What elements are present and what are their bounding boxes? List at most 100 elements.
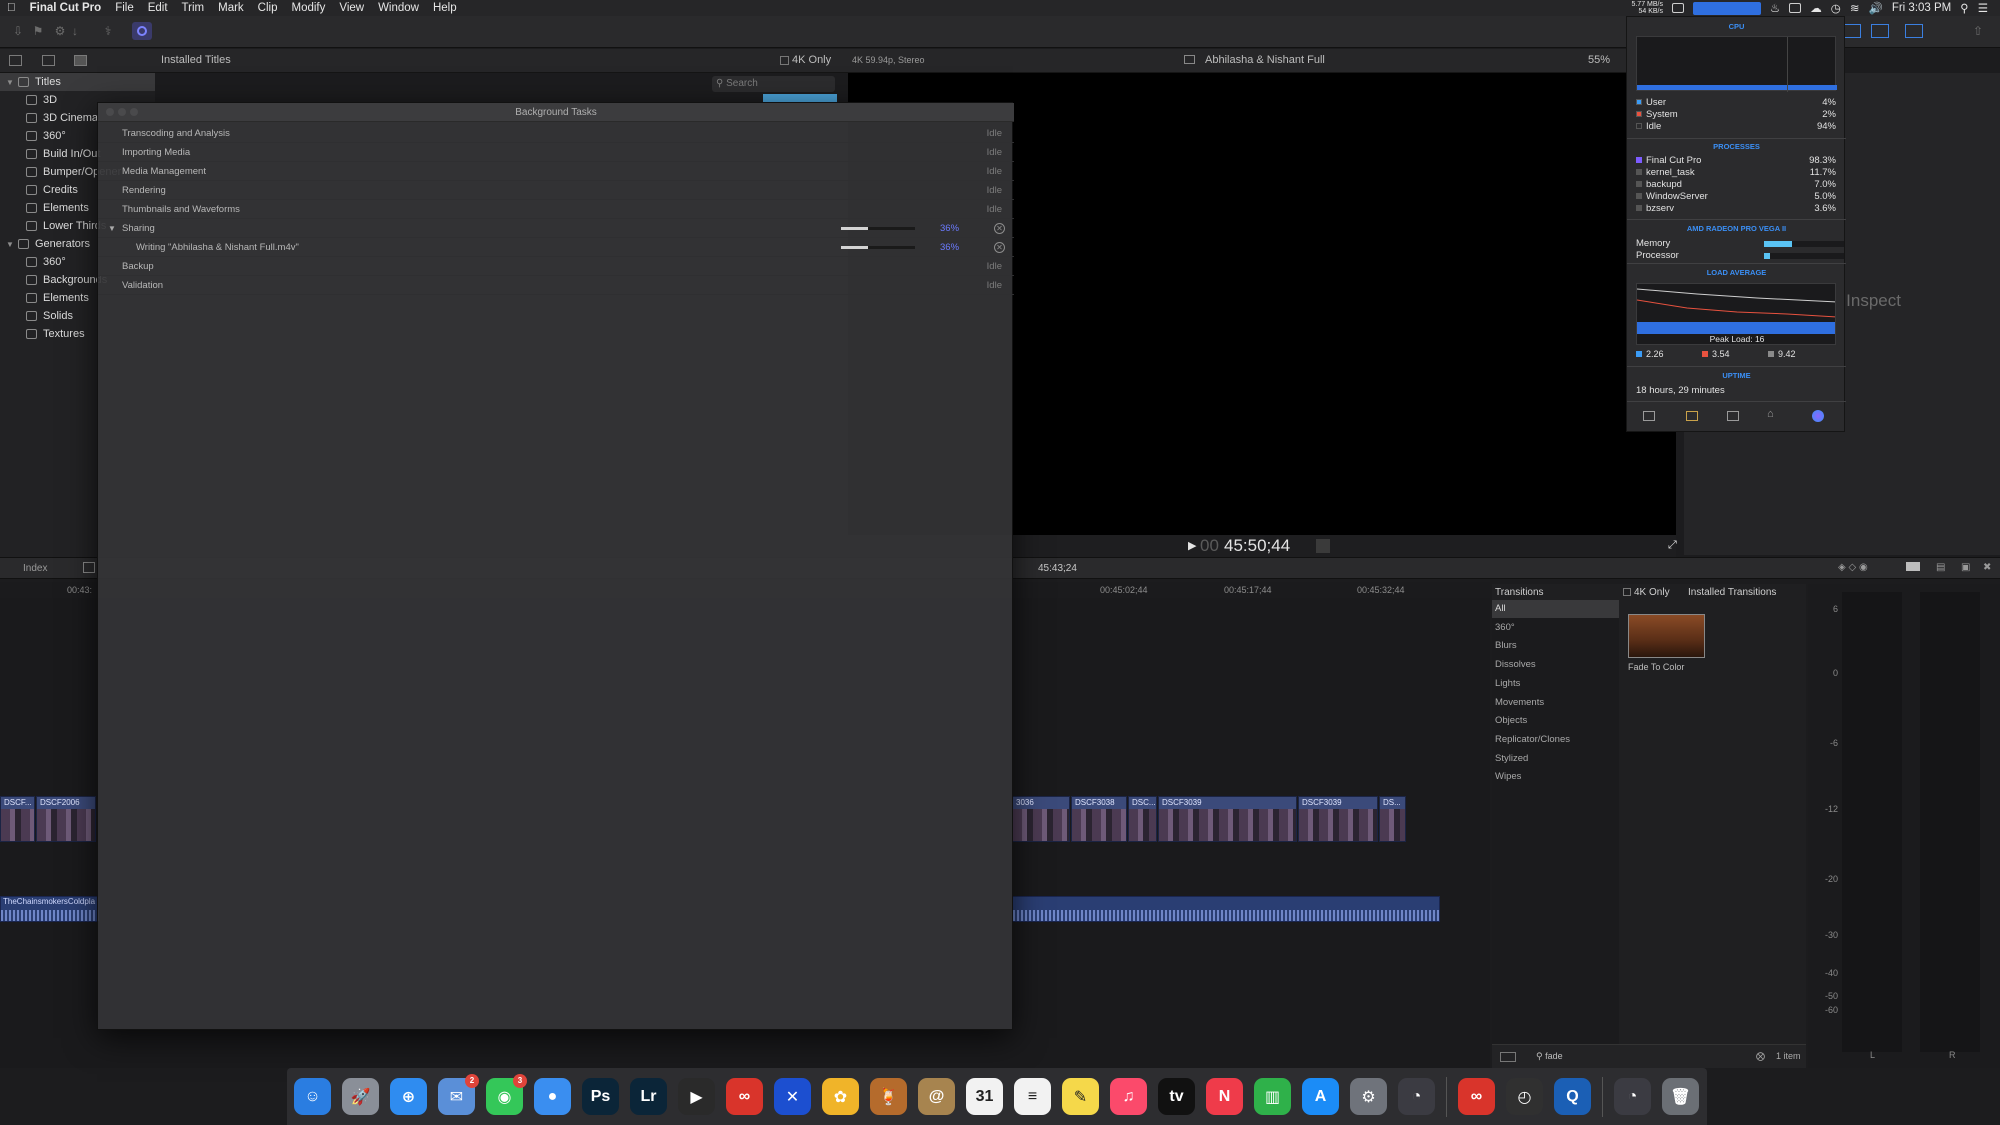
task-row[interactable]: Transcoding and Analysis Idle	[98, 124, 1014, 143]
audio-clip[interactable]	[1012, 896, 1440, 922]
dock-app-compressor[interactable]: ◔	[1398, 1078, 1435, 1115]
cancel-task-icon[interactable]: ✕	[994, 223, 1005, 234]
video-clip[interactable]: DSC...	[1128, 796, 1157, 842]
transition-category[interactable]: Dissolves	[1492, 656, 1619, 674]
menu-modify[interactable]: Modify	[284, 2, 332, 14]
titles-generators-icon[interactable]	[74, 55, 87, 66]
volume-icon[interactable]: 🔊	[1868, 1, 1882, 15]
disk-icon[interactable]	[1671, 3, 1684, 13]
dock-app-music[interactable]: ♫	[1110, 1078, 1147, 1115]
transition-category[interactable]: Wipes	[1492, 768, 1619, 786]
transitions-search-input[interactable]: ⚲ fade	[1536, 1051, 1563, 1062]
menu-window[interactable]: Window	[371, 2, 426, 14]
task-row[interactable]: Validation Idle	[98, 276, 1014, 295]
clear-search-icon[interactable]: ⨂	[1756, 1051, 1765, 1062]
background-tasks-titlebar[interactable]: Background Tasks	[98, 103, 1014, 122]
apple-icon[interactable]: 	[0, 2, 23, 14]
effects-icon[interactable]: ▤	[1936, 562, 1945, 573]
library-icon[interactable]	[9, 55, 22, 66]
dock-app-contacts[interactable]: @	[918, 1078, 955, 1115]
dock-app-photos[interactable]: ✿	[822, 1078, 859, 1115]
download-icon[interactable]: ↓	[67, 23, 83, 39]
zoom-controls-icon[interactable]: ◈ ◇ ◉	[1838, 562, 1868, 573]
istat-icon[interactable]	[1812, 410, 1824, 422]
process-row[interactable]: kernel_task 11.7%	[1636, 167, 1836, 179]
dock-app-final-cut-pro[interactable]: ▶	[678, 1078, 715, 1115]
dock-app-reminders[interactable]: ≡	[1014, 1078, 1051, 1115]
dock-app-numbers[interactable]: ▥	[1254, 1078, 1291, 1115]
dock-app-launchpad[interactable]: 🚀	[342, 1078, 379, 1115]
menu-trim[interactable]: Trim	[175, 2, 212, 14]
minimize-window-button[interactable]	[118, 108, 126, 116]
video-clip[interactable]: DSCF...	[0, 796, 35, 842]
dock-app-speech[interactable]: ●	[534, 1078, 571, 1115]
task-row[interactable]: Backup Idle	[98, 257, 1014, 276]
transition-category[interactable]: Replicator/Clones	[1492, 731, 1619, 749]
cancel-task-icon[interactable]: ✕	[994, 242, 1005, 253]
video-clip[interactable]: DSCF3039	[1158, 796, 1297, 842]
timeline-history-icon[interactable]	[83, 562, 95, 573]
index-button[interactable]: Index	[23, 563, 47, 574]
process-row[interactable]: backupd 7.0%	[1636, 179, 1836, 191]
task-row[interactable]: Writing "Abhilasha & Nishant Full.m4v" 36…	[98, 238, 1014, 257]
search-input[interactable]: ⚲ Search	[712, 76, 835, 92]
play-icon[interactable]: ▶	[1188, 539, 1196, 552]
installed-transitions-dropdown[interactable]: Installed Transitions	[1688, 587, 1776, 598]
installed-titles-dropdown[interactable]: Installed Titles	[161, 54, 231, 66]
transition-category[interactable]: Lights	[1492, 675, 1619, 693]
dock-app-system-preferences[interactable]: ⚙	[1350, 1078, 1387, 1115]
analyze-icon[interactable]: ⚙	[52, 23, 68, 39]
dock-app-xcode[interactable]: ✕	[774, 1078, 811, 1115]
close-window-button[interactable]	[106, 108, 114, 116]
key-icon[interactable]: ⚕	[100, 23, 116, 39]
flame-icon[interactable]: ♨	[1770, 1, 1780, 15]
menu-view[interactable]: View	[332, 2, 371, 14]
clock[interactable]: Fri 3:03 PM	[1892, 2, 1951, 14]
process-row[interactable]: WindowServer 5.0%	[1636, 191, 1836, 203]
fourk-only-checkbox[interactable]: 4K Only	[780, 54, 831, 66]
transitions-icon[interactable]: ▣	[1961, 562, 1970, 573]
transition-item-label[interactable]: Fade To Color	[1628, 662, 1684, 672]
menu-edit[interactable]: Edit	[141, 2, 175, 14]
transition-category[interactable]: All	[1492, 600, 1619, 618]
transition-category[interactable]: Objects	[1492, 712, 1619, 730]
transition-category[interactable]: 360°	[1492, 619, 1619, 637]
process-row[interactable]: bzserv 3.6%	[1636, 203, 1836, 215]
dock-app-quicktime[interactable]: Q	[1554, 1078, 1591, 1115]
task-row[interactable]: Thumbnails and Waveforms Idle	[98, 200, 1014, 219]
activity-tab-icon[interactable]	[1727, 411, 1739, 421]
background-tasks-button[interactable]	[132, 22, 152, 40]
process-row[interactable]: Final Cut Pro 98.3%	[1636, 155, 1836, 167]
dock-app-app-store[interactable]: A	[1302, 1078, 1339, 1115]
wifi-icon[interactable]: ≋	[1850, 1, 1860, 15]
dock-app-calendar[interactable]: 31	[966, 1078, 1003, 1115]
menu-clip[interactable]: Clip	[251, 2, 285, 14]
task-row[interactable]: Rendering Idle	[98, 181, 1014, 200]
video-clip[interactable]: 3036	[1012, 796, 1070, 842]
dock-app-creative-cloud[interactable]: ∞	[726, 1078, 763, 1115]
dock-app-cocktail[interactable]: 🍹	[870, 1078, 907, 1115]
clip-appearance-icon[interactable]	[1906, 562, 1920, 571]
dock-app-safari[interactable]: ⊕	[390, 1078, 427, 1115]
video-clip[interactable]: DSCF3038	[1071, 796, 1127, 842]
dock-app-finder[interactable]: ☺	[294, 1078, 331, 1115]
transition-category[interactable]: Stylized	[1492, 750, 1619, 768]
control-center-icon[interactable]: ☰	[1978, 1, 1988, 15]
sidebar-item[interactable]: ▼ Titles	[0, 73, 155, 91]
disclosure-triangle-icon[interactable]: ▼	[6, 78, 15, 87]
dock-app-creative-cloud-2[interactable]: ∞	[1458, 1078, 1495, 1115]
dock-app-news[interactable]: N	[1206, 1078, 1243, 1115]
network-tab-icon[interactable]: ⌂	[1767, 408, 1774, 420]
cloud-icon[interactable]: ☁	[1810, 1, 1822, 15]
task-row[interactable]: ▼ Sharing 36% ✕	[98, 219, 1014, 238]
menu-app-name[interactable]: Final Cut Pro	[23, 2, 109, 14]
dock-app-messages[interactable]: ◉ 3	[486, 1074, 527, 1115]
airplay-icon[interactable]	[1789, 3, 1802, 13]
dock-app-mail[interactable]: ✉ 2	[438, 1074, 479, 1115]
fullscreen-icon[interactable]: ⤢	[1668, 539, 1677, 552]
keyword-icon[interactable]: ⚑	[30, 23, 46, 39]
video-clip[interactable]: DS...	[1379, 796, 1406, 842]
dock-app-lightroom[interactable]: Lr	[630, 1078, 667, 1115]
timeline-toggle-icon[interactable]	[1871, 24, 1889, 38]
photos-icon[interactable]	[42, 55, 55, 66]
